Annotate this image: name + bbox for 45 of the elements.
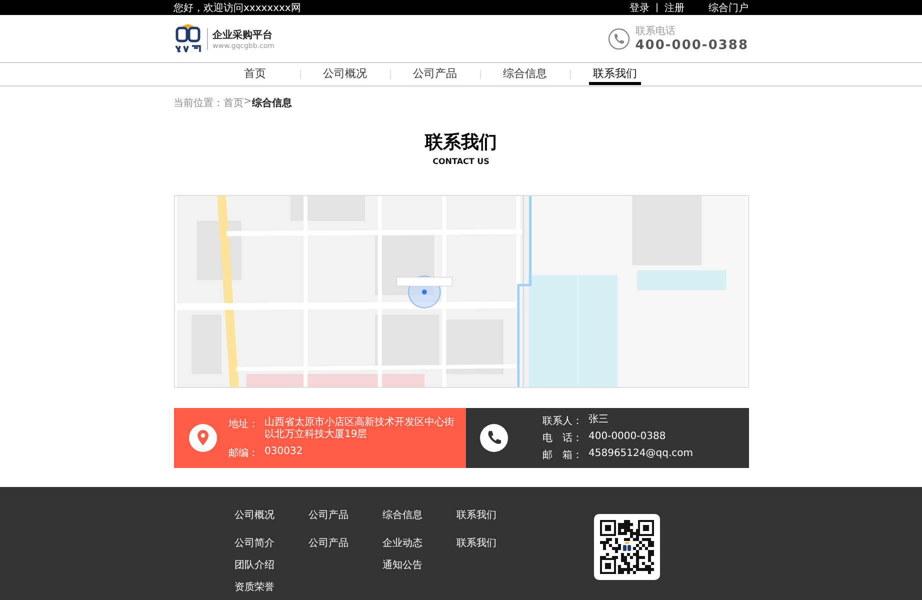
footer-link[interactable]: 企业动态 [382, 536, 456, 550]
address-label: 邮编： [228, 446, 258, 460]
footer-link[interactable]: 联系我们 [456, 536, 530, 550]
address-value: 030032 [264, 446, 303, 458]
phone-label: 联系电话 [635, 24, 676, 38]
phone-icon [480, 424, 508, 452]
portal-link[interactable]: 综合门户 [708, 0, 748, 14]
nav-tab[interactable]: 公司概况 [319, 63, 371, 85]
footer-heading: 综合信息 [382, 508, 424, 522]
logo-icon [174, 24, 202, 54]
phone-icon [608, 28, 630, 50]
address-value: 山西省太原市小店区高新技术开发区中心街以北万立科技大厦19层 [264, 416, 456, 442]
contact-label: 邮 箱： [542, 448, 582, 462]
nav-tab[interactable]: 公司产品 [409, 63, 461, 85]
footer-link[interactable]: 资质荣誉 [234, 580, 308, 594]
welcome-text: 您好，欢迎访问xxxxxxxx网 [174, 2, 302, 14]
divider-text: | [655, 2, 658, 12]
breadcrumb-current: 综合信息 [252, 96, 292, 110]
nav-tab[interactable]: 联系我们 [589, 63, 641, 85]
footer-heading: 联系我们 [456, 508, 498, 522]
contact-value: 张三 [588, 414, 608, 427]
footer-link[interactable]: 公司简介 [234, 536, 308, 550]
contact-label: 电 话： [542, 432, 582, 445]
footer-link[interactable]: 团队介绍 [234, 558, 308, 572]
footer-link[interactable]: 公司产品 [308, 536, 382, 550]
breadcrumb-link[interactable]: 首页 [224, 96, 244, 110]
nav-tab[interactable]: 首页 [240, 63, 270, 85]
platform-name: 企业采购平台 [212, 28, 274, 42]
page-subtitle: CONTACT US [432, 157, 490, 166]
footer-link[interactable]: 通知公告 [382, 558, 456, 572]
breadcrumb-label: 当前位置： [174, 96, 224, 110]
footer-heading: 公司概况 [234, 508, 276, 522]
login-link[interactable]: 登录 [629, 0, 650, 14]
page-title: 联系我们 [424, 131, 498, 154]
nav-tab[interactable]: 综合信息 [499, 63, 551, 85]
breadcrumb-separator: > [244, 96, 252, 109]
address-label: 地址： [228, 418, 258, 432]
register-link[interactable]: 注册 [664, 0, 684, 14]
contact-label: 联系人： [542, 414, 582, 428]
location-pin-icon [188, 424, 216, 452]
phone-number: 400-000-0388 [635, 38, 748, 53]
qr-code-drawing [594, 514, 660, 580]
footer-heading: 公司产品 [308, 508, 350, 522]
contact-value: 400-0000-0388 [588, 431, 666, 444]
contact-value: 458965124@qq.com [588, 448, 693, 461]
